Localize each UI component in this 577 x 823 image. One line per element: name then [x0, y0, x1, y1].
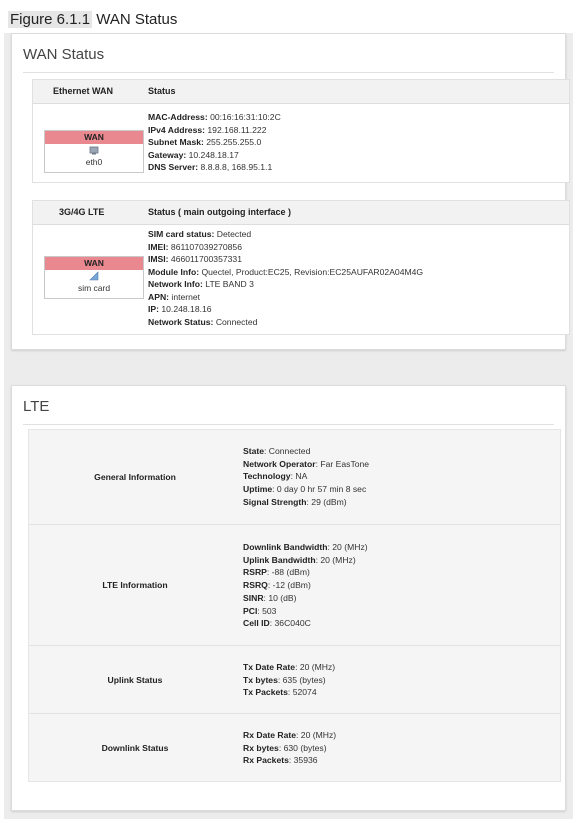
column-header: Ethernet WAN [53, 86, 114, 96]
value-line: Uplink Bandwidth: 20 (MHz) [243, 554, 356, 565]
value-line: Uptime: 0 day 0 hr 57 min 8 sec [243, 484, 367, 495]
lte-panel: LTE General Information State: Connected… [11, 385, 566, 811]
figure-title: WAN Status [96, 11, 178, 28]
interface-name: sim card [77, 283, 111, 293]
value-line: PCI: 503 [243, 605, 277, 616]
row-name: Uplink Status [107, 675, 163, 685]
info-line: IP: 10.248.18.16 [148, 304, 212, 314]
row-name: Downlink Status [101, 743, 169, 753]
row-values: State: Connected Network Operator: Far E… [243, 445, 369, 509]
wan-interface-sim[interactable]: WAN sim card [44, 256, 144, 299]
value-line: Rx Packets: 35936 [243, 755, 318, 766]
ethernet-status-info: MAC-Address: 00:16:16:31:10:2C IPv4 Addr… [148, 111, 281, 174]
signal-icon [45, 270, 143, 282]
value-line: Signal Strength: 29 (dBm) [243, 496, 347, 507]
value-line: RSRQ: -12 (dBm) [243, 580, 311, 591]
column-header: 3G/4G LTE [59, 207, 105, 217]
table-row: General Information State: Connected Net… [29, 430, 560, 525]
value-line: State: Connected [243, 446, 311, 456]
info-line: IMEI: 861107039270856 [148, 241, 242, 252]
lte-status-info: SIM card status: Detected IMEI: 86110703… [148, 228, 423, 328]
wan-status-panel: WAN Status Ethernet WAN Status WAN eth0 … [11, 33, 570, 350]
info-line: SIM card status: Detected [148, 229, 252, 239]
row-name: LTE Information [102, 580, 168, 590]
divider [23, 424, 554, 425]
divider [23, 72, 554, 73]
figure-caption: Figure 6.1.1 WAN Status [6, 9, 181, 31]
column-header: Status ( main outgoing interface ) [148, 207, 292, 217]
info-line: Network Status: Connected [148, 316, 258, 327]
value-line: Downlink Bandwidth: 20 (MHz) [243, 542, 368, 552]
ethernet-wan-table: Ethernet WAN Status WAN eth0 MAC-Address… [32, 79, 570, 183]
table-row: Uplink Status Tx Date Rate: 20 (MHz) Tx … [29, 646, 560, 714]
table-header: Ethernet WAN Status [33, 80, 569, 104]
row-values: Tx Date Rate: 20 (MHz) Tx bytes: 635 (by… [243, 661, 335, 699]
value-line: Tx bytes: 635 (bytes) [243, 674, 326, 685]
panel-title: WAN Status [23, 46, 105, 63]
row-values: Downlink Bandwidth: 20 (MHz) Uplink Band… [243, 541, 368, 630]
value-line: SINR: 10 (dB) [243, 592, 297, 603]
info-line: Subnet Mask: 255.255.255.0 [148, 137, 262, 147]
ethernet-port-icon [45, 144, 143, 156]
panel-title: LTE [23, 398, 50, 415]
value-line: Tx Packets: 52074 [243, 687, 317, 698]
lte-info-table: General Information State: Connected Net… [28, 429, 561, 782]
info-line: Gateway: 10.248.18.17 [148, 149, 239, 160]
value-line: RSRP: -88 (dBm) [243, 567, 310, 578]
interface-name: eth0 [85, 157, 103, 167]
wan-interface-eth0[interactable]: WAN eth0 [44, 130, 144, 173]
info-line: IPv4 Address: 192.168.11.222 [148, 124, 267, 135]
row-values: Rx Date Rate: 20 (MHz) Rx bytes: 630 (by… [243, 729, 336, 767]
value-line: Rx bytes: 630 (bytes) [243, 742, 327, 753]
info-line: IMSI: 466011700357331 [148, 254, 242, 264]
value-line: Rx Date Rate: 20 (MHz) [243, 730, 337, 740]
row-name: General Information [94, 472, 176, 482]
info-line: DNS Server: 8.8.8.8, 168.95.1.1 [148, 162, 273, 172]
table-row: LTE Information Downlink Bandwidth: 20 (… [29, 525, 560, 646]
column-header: Status [148, 86, 176, 96]
info-line: Module Info: Quectel, Product:EC25, Revi… [148, 266, 424, 277]
table-row: Downlink Status Rx Date Rate: 20 (MHz) R… [29, 714, 560, 780]
info-line: APN: internet [148, 291, 201, 302]
wan-badge: WAN [45, 131, 143, 144]
value-line: Technology: NA [243, 471, 308, 482]
info-line: MAC-Address: 00:16:16:31:10:2C [148, 112, 281, 122]
info-line: Network Info: LTE BAND 3 [148, 279, 254, 289]
wan-badge: WAN [45, 257, 143, 270]
value-line: Cell ID: 36C040C [243, 618, 311, 629]
figure-number: Figure 6.1.1 [8, 11, 93, 28]
value-line: Network Operator: Far EasTone [243, 458, 370, 469]
value-line: Tx Date Rate: 20 (MHz) [243, 662, 336, 672]
table-header: 3G/4G LTE Status ( main outgoing interfa… [33, 201, 569, 225]
lte-wan-table: 3G/4G LTE Status ( main outgoing interfa… [32, 200, 570, 335]
